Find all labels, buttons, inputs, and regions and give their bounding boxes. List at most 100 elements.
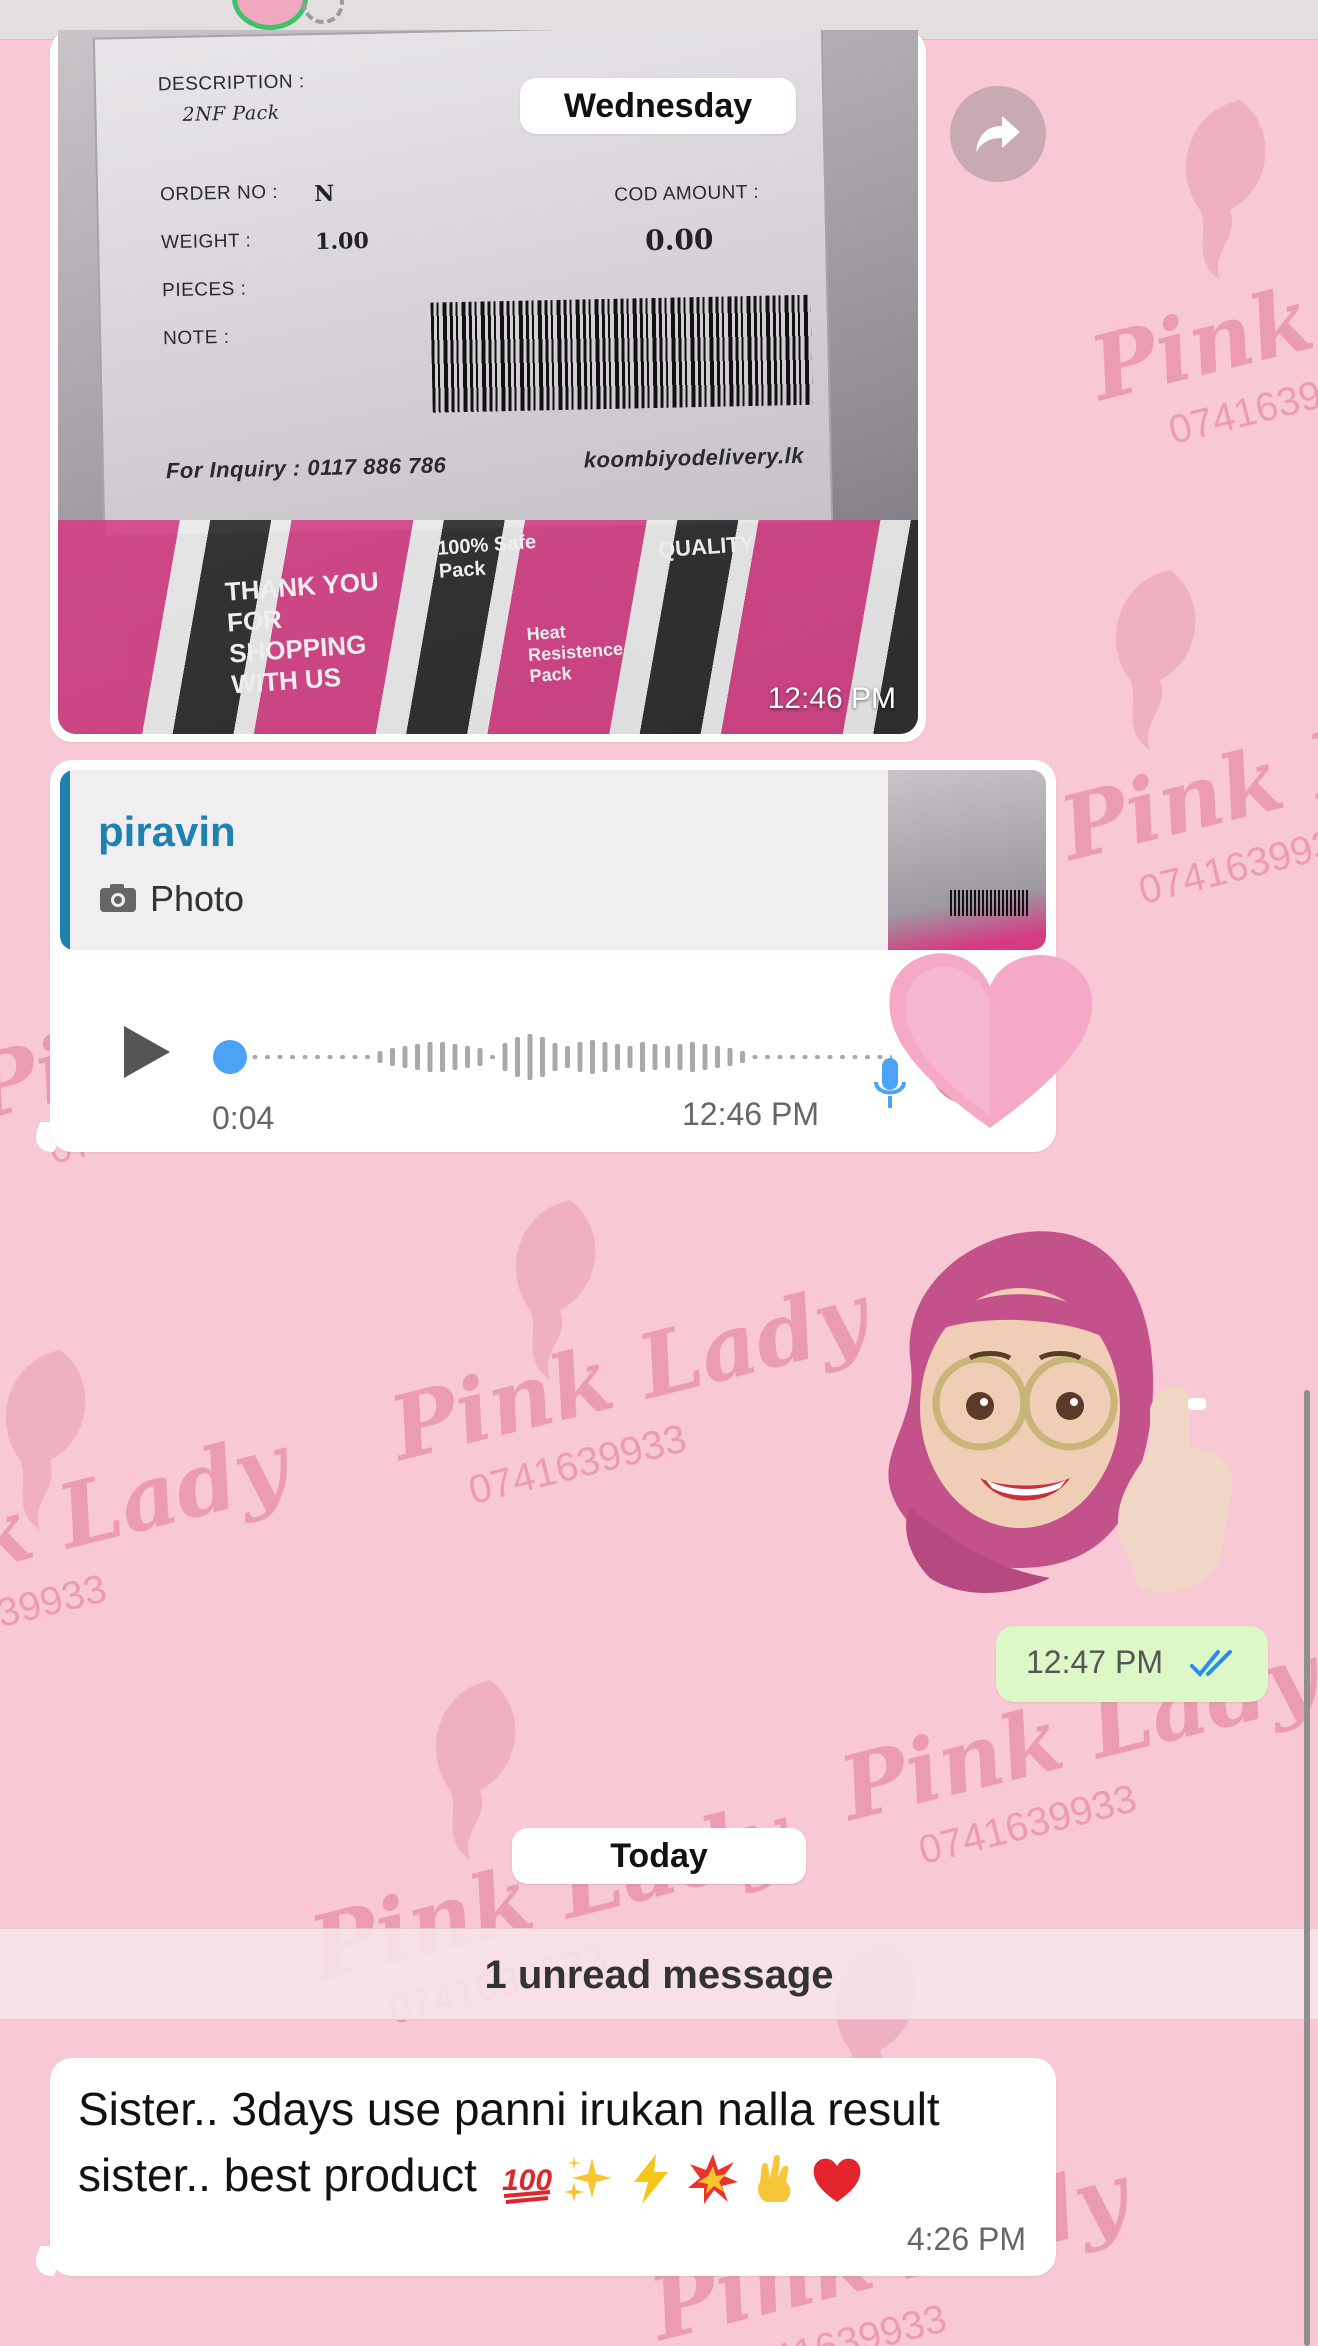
scrollbar[interactable] <box>1304 1390 1310 2346</box>
read-receipt-double-check-icon <box>1190 1650 1232 1677</box>
waveform-bar <box>440 1042 445 1072</box>
memoji-thumbs-up-sticker[interactable] <box>870 1208 1260 1618</box>
emoji-row: 100 <box>500 2152 864 2206</box>
red-heart-icon <box>813 2158 860 2202</box>
message-timestamp: 12:46 PM <box>682 1096 819 1132</box>
label-weight-key: WEIGHT : <box>160 230 252 254</box>
waveform-bar <box>290 1055 295 1059</box>
reply-thumbnail <box>888 770 1046 950</box>
voice-waveform[interactable] <box>212 1022 892 1092</box>
waveform-bar <box>265 1055 270 1059</box>
date-separator: Today <box>512 1828 806 1884</box>
waveform-bar <box>565 1046 570 1068</box>
waveform-bar <box>765 1055 770 1059</box>
incoming-text-message[interactable]: Sister.. 3days use panni irukan nalla re… <box>50 2058 1056 2276</box>
play-icon[interactable] <box>118 1022 174 1082</box>
waveform-bar <box>815 1055 820 1059</box>
label-cod-key: COD AMOUNT : <box>614 181 760 206</box>
waveform-bar <box>315 1055 320 1059</box>
waveform-bar <box>865 1055 870 1059</box>
wallpaper-watermark: Pink Lady0741639933 <box>380 1262 878 1513</box>
reply-media-type: Photo <box>150 878 245 919</box>
packaging-heat: Heat Resistence Pack <box>525 621 624 687</box>
packaging-safe-pack: 100% Safe Pack <box>436 530 537 583</box>
waveform-bar <box>327 1055 333 1059</box>
waveform-bar <box>402 1046 408 1068</box>
message-timestamp: 4:26 PM <box>906 2221 1026 2257</box>
reply-sender-name: piravin <box>98 808 236 855</box>
heart-sticker[interactable] <box>880 938 1100 1138</box>
waveform-bar <box>552 1043 558 1071</box>
outgoing-sticker-meta: 12:47 PM <box>996 1626 1268 1702</box>
waveform-bar <box>502 1043 508 1071</box>
waveform-bar <box>652 1044 658 1070</box>
lady-silhouette-icon <box>1115 570 1196 750</box>
waveform-bar <box>752 1055 758 1059</box>
waveform-bar <box>690 1042 695 1072</box>
label-description-key: DESCRIPTION : <box>157 71 305 96</box>
camera-icon <box>100 884 136 912</box>
message-text: Sister.. 3days use panni irukan nalla re… <box>78 2076 1038 2208</box>
waveform-bar <box>627 1046 633 1068</box>
waveform-bar <box>577 1042 583 1072</box>
label-order-key: ORDER NO : <box>159 181 279 206</box>
voice-duration: 0:04 <box>212 1100 275 1136</box>
barcode <box>430 294 813 413</box>
playback-position-handle[interactable] <box>213 1040 247 1074</box>
message-timestamp: 12:46 PM <box>767 682 896 715</box>
hundred-points-icon: 100 <box>502 2164 552 2204</box>
forward-arrow-icon <box>976 116 1020 152</box>
waveform-bar <box>740 1051 745 1063</box>
label-description-value: 2NF Pack <box>182 101 281 126</box>
waveform-bar <box>365 1055 370 1059</box>
waveform-bar <box>477 1048 483 1066</box>
waveform-bar <box>352 1055 358 1059</box>
waveform-bar <box>452 1044 458 1070</box>
waveform-bar <box>802 1055 808 1059</box>
victory-hand-icon <box>757 2154 790 2202</box>
waveform-bar <box>515 1037 520 1077</box>
waveform-bar <box>490 1055 495 1059</box>
waveform-bar <box>615 1044 620 1070</box>
waveform-bar <box>702 1044 708 1070</box>
waveform-bar <box>640 1042 645 1072</box>
lady-silhouette-icon <box>5 1350 86 1530</box>
waveform-bar <box>790 1055 795 1059</box>
parcel-photo[interactable]: DESCRIPTION : 2NF Pack ORDER NO : N WEIG… <box>58 30 918 734</box>
waveform-bar <box>465 1046 470 1068</box>
waveform-bar <box>302 1055 308 1059</box>
reply-accent-bar <box>60 770 70 950</box>
collision-icon <box>687 2153 738 2204</box>
waveform-bar <box>852 1055 858 1059</box>
sparkles-icon <box>563 2155 612 2202</box>
date-separator: Wednesday <box>520 78 796 134</box>
waveform-bar <box>277 1055 283 1059</box>
waveform-bar <box>340 1055 345 1059</box>
waveform-bar <box>665 1046 670 1068</box>
lady-silhouette-icon <box>1185 100 1266 280</box>
message-timestamp: 12:47 PM <box>1026 1644 1163 1680</box>
packaging-thank-you: THANK YOU FOR SHOPPING WITH US <box>223 566 380 700</box>
quoted-reply[interactable]: piravin Photo <box>60 770 1046 950</box>
label-weight-value: 1.00 <box>314 227 370 256</box>
waveform-bar <box>252 1055 258 1059</box>
waveform-bar <box>715 1046 720 1068</box>
waveform-bar <box>427 1042 433 1072</box>
forward-button[interactable] <box>950 86 1046 182</box>
lady-silhouette-icon <box>515 1200 596 1380</box>
label-website: koombiyodelivery.lk <box>583 442 805 473</box>
packaging-quality: QUALITY <box>657 530 756 563</box>
waveform-bar <box>677 1044 683 1070</box>
label-cod-value: 0.00 <box>644 222 714 258</box>
label-inquiry: For Inquiry : 0117 886 786 <box>165 452 447 484</box>
contact-avatar[interactable] <box>232 0 308 30</box>
label-pieces-key: PIECES : <box>161 278 247 302</box>
high-voltage-icon <box>633 2153 668 2204</box>
waveform-bar <box>840 1055 845 1059</box>
waveform-bar <box>527 1034 533 1080</box>
waveform-bar <box>377 1051 383 1063</box>
unread-messages-banner: 1 unread message <box>0 1928 1318 2020</box>
label-note-key: NOTE : <box>162 326 230 350</box>
waveform-bar <box>415 1044 420 1070</box>
incoming-image-message[interactable]: DESCRIPTION : 2NF Pack ORDER NO : N WEIG… <box>50 30 926 742</box>
